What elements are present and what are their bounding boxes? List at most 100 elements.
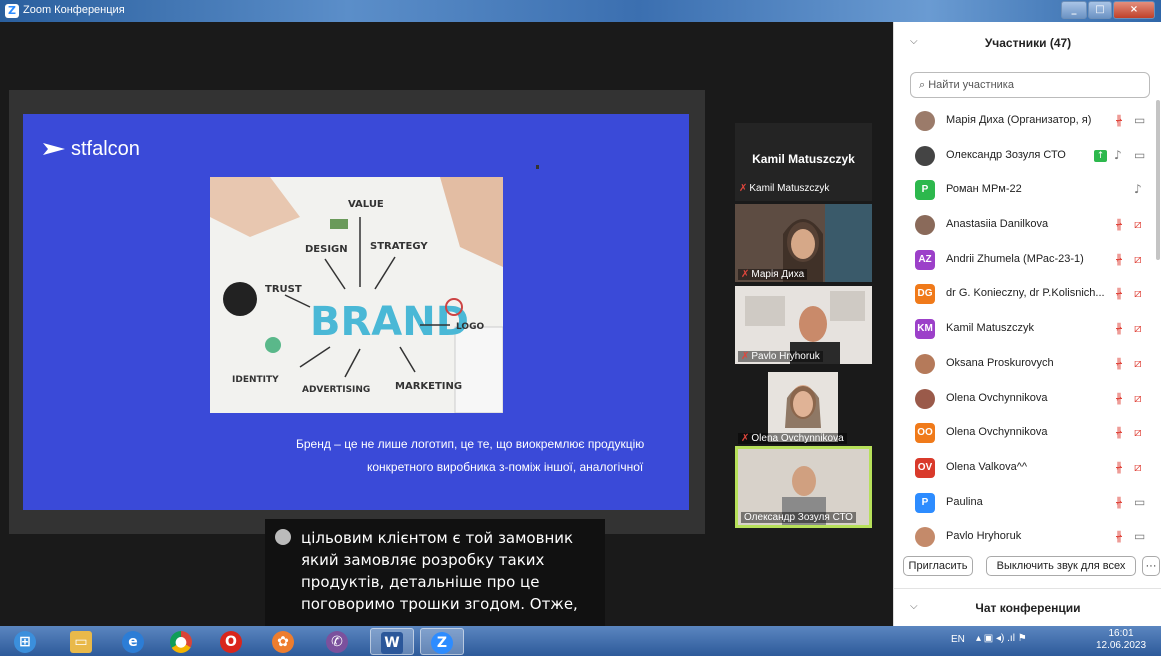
brand-illustration: VALUE DESIGN STRATEGY TRUST BRAND LOGO I… [210, 177, 503, 413]
word-strategy: STRATEGY [370, 241, 428, 252]
word-marketing: MARKETING [395, 381, 462, 392]
video-off-icon[interactable]: ⧄ [1134, 217, 1142, 232]
participant-row[interactable]: Pavlo Hryhoruk ∦ ▭ [894, 520, 1161, 555]
video-off-icon[interactable]: ⧄ [1134, 460, 1142, 475]
video-off-icon[interactable]: ⧄ [1134, 286, 1142, 301]
taskbar-word[interactable]: W [370, 628, 414, 655]
mic-icon[interactable]: ♪ [1114, 148, 1122, 162]
participant-search-input[interactable]: ⌕ Найти участника [910, 72, 1150, 98]
participant-row[interactable]: OO Olena Ovchynnikova ∦ ⧄ [894, 416, 1161, 451]
video-tile-label: ✗ Марія Диха [738, 269, 808, 280]
search-icon: ⌕ [919, 79, 926, 91]
video-tile-label: ✗ Pavlo Hryhoruk [738, 351, 823, 362]
video-tile[interactable]: ✗ Olena Ovchynnikova [735, 368, 872, 446]
taskbar-opera[interactable]: O [210, 628, 254, 655]
zoom-icon: Z [431, 632, 453, 654]
participant-row[interactable]: OV Olena Valkova^^ ∦ ⧄ [894, 451, 1161, 486]
language-indicator[interactable]: EN [951, 634, 965, 645]
viber-icon: ✆ [326, 631, 348, 653]
mic-muted-icon[interactable]: ∦ [1116, 529, 1122, 543]
participant-row[interactable]: Anastasiia Danilkova ∦ ⧄ [894, 208, 1161, 243]
participant-avatar: P [915, 180, 935, 201]
chat-header: Чат конференции [975, 601, 1081, 615]
video-off-icon[interactable]: ⧄ [1134, 252, 1142, 267]
mic-muted-icon[interactable]: ∦ [1116, 252, 1122, 266]
mic-off-icon: ✗ [741, 351, 750, 362]
maximize-button[interactable]: □ [1088, 1, 1112, 19]
participant-row[interactable]: DG dr G. Konieczny, dr P.Kolisnich... ∦ ⧄ [894, 277, 1161, 312]
taskbar-app-orange[interactable]: ✿ [262, 628, 306, 655]
participant-row[interactable]: Марія Диха (Организатор, я) ∦ ▭ [894, 104, 1161, 139]
video-off-icon[interactable]: ⧄ [1134, 356, 1142, 371]
participant-row[interactable]: Олександр Зозуля СТО ↑ ♪ ▭ [894, 139, 1161, 174]
video-camera-icon[interactable]: ▭ [1134, 495, 1145, 509]
participant-row[interactable]: AZ Andrii Zhumela (МРас-23-1) ∦ ⧄ [894, 243, 1161, 278]
participant-name: Olena Ovchynnikova [946, 391, 1048, 404]
video-tile[interactable]: ✗ Pavlo Hryhoruk [735, 286, 872, 364]
taskbar-viber[interactable]: ✆ [316, 628, 360, 655]
tray-icons[interactable]: ▴ ▣ ◂) .ıl ⚑ [976, 633, 1027, 644]
participant-row[interactable]: P Роман МРм-22 ♪ [894, 173, 1161, 208]
mic-muted-icon[interactable]: ∦ [1116, 425, 1122, 439]
windows-start-button[interactable]: ⊞ [4, 628, 48, 655]
participant-avatar: OO [915, 423, 935, 444]
video-off-icon[interactable]: ⧄ [1134, 425, 1142, 440]
participant-row[interactable]: Oksana Proskurovych ∦ ⧄ [894, 347, 1161, 382]
taskbar-chrome[interactable]: ● [160, 628, 204, 655]
mic-muted-icon[interactable]: ∦ [1116, 356, 1122, 370]
taskbar-zoom[interactable]: Z [420, 628, 464, 655]
mic-muted-icon[interactable]: ∦ [1116, 495, 1122, 509]
chat-section[interactable]: ⌵ Чат конференции [894, 588, 1161, 626]
video-camera-icon[interactable]: ▭ [1134, 113, 1145, 127]
mic-off-icon: ✗ [741, 269, 750, 280]
mic-muted-icon[interactable]: ∦ [1116, 321, 1122, 335]
clock[interactable]: 16:01 12.06.2023 [1091, 628, 1151, 652]
minimize-button[interactable]: _ [1061, 1, 1087, 19]
mic-icon[interactable]: ♪ [1134, 182, 1142, 196]
participant-name: Kamil Matuszczyk [946, 322, 1035, 335]
mic-muted-icon[interactable]: ∦ [1116, 113, 1122, 127]
speaker-avatar [275, 529, 291, 545]
active-speaker-tile[interactable]: Kamil Matuszczyk ✗ Kamil Matuszczyk [735, 123, 872, 201]
video-camera-icon[interactable]: ▭ [1134, 529, 1145, 543]
participant-name: Марія Диха (Организатор, я) [946, 114, 1092, 126]
mic-muted-icon[interactable]: ∦ [1116, 286, 1122, 300]
mic-off-icon: ✗ [739, 183, 748, 194]
windows-logo-icon: ⊞ [14, 631, 36, 653]
taskbar-internet-explorer[interactable]: e [112, 628, 156, 655]
invite-button[interactable]: Пригласить [903, 556, 973, 576]
video-off-icon[interactable]: ⧄ [1134, 391, 1142, 406]
participant-row[interactable]: Olena Ovchynnikova ∦ ⧄ [894, 382, 1161, 417]
participant-name: Oksana Proskurovych [946, 356, 1054, 369]
participant-name: Olena Valkova^^ [946, 460, 1028, 473]
mouse-cursor [536, 165, 539, 169]
chrome-icon: ● [170, 631, 192, 653]
window-titlebar: Z Zoom Конференция _ □ × [0, 0, 1161, 22]
mic-muted-icon[interactable]: ∦ [1116, 217, 1122, 231]
mic-muted-icon[interactable]: ∦ [1116, 460, 1122, 474]
mic-muted-icon[interactable]: ∦ [1116, 391, 1122, 405]
taskbar-file-explorer[interactable]: ▭ [60, 628, 104, 655]
participant-avatar [915, 145, 935, 166]
participant-avatar: KM [915, 319, 935, 340]
participant-avatar: P [915, 492, 935, 513]
mute-all-button[interactable]: Выключить звук для всех [986, 556, 1136, 576]
video-tile[interactable]: ✗ Марія Диха [735, 204, 872, 282]
participant-row[interactable]: KM Kamil Matuszczyk ∦ ⧄ [894, 312, 1161, 347]
video-tile-label: Олександр Зозуля СТО [741, 512, 856, 523]
participant-row[interactable]: P Paulina ∦ ▭ [894, 486, 1161, 521]
video-camera-icon[interactable]: ▭ [1134, 148, 1145, 162]
close-button[interactable]: × [1113, 1, 1155, 19]
video-off-icon[interactable]: ⧄ [1134, 321, 1142, 336]
more-options-button[interactable]: ··· [1142, 556, 1160, 576]
word-value: VALUE [348, 199, 384, 210]
live-captions: цільовим клієнтом є той замовник який за… [265, 519, 605, 626]
active-speaker-label: ✗ Kamil Matuszczyk [739, 183, 830, 194]
mic-off-icon: ✗ [741, 433, 750, 444]
participant-avatar [915, 215, 935, 236]
video-tile-label: ✗ Olena Ovchynnikova [738, 433, 847, 444]
participant-avatar [915, 527, 935, 548]
word-advertising: ADVERTISING [302, 385, 370, 395]
zoom-logo-icon: Z [5, 4, 19, 18]
video-tile-active[interactable]: Олександр Зозуля СТО [735, 446, 872, 528]
